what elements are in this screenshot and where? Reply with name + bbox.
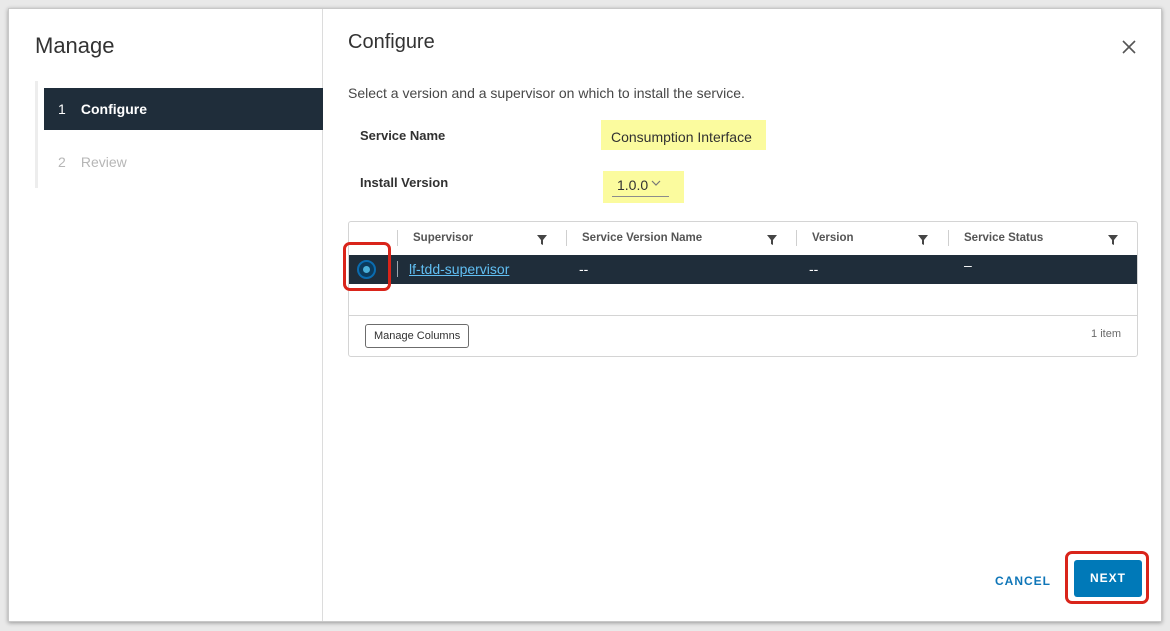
chevron-down-icon: [651, 180, 661, 186]
service-version-name-cell: --: [579, 261, 589, 277]
install-version-label: Install Version: [360, 175, 449, 190]
install-version-select[interactable]: 1.0.0: [612, 177, 669, 197]
wizard-content: Configure Select a version and a supervi…: [324, 9, 1161, 621]
filter-icon[interactable]: [537, 235, 547, 245]
column-separator: [397, 230, 398, 246]
step-number: 2: [58, 154, 66, 170]
grid-footer: Manage Columns 1 item: [349, 315, 1137, 356]
version-cell: --: [809, 261, 819, 277]
manage-columns-button[interactable]: Manage Columns: [365, 324, 470, 348]
install-version-value: 1.0.0: [617, 177, 649, 193]
column-separator: [796, 230, 797, 246]
table-row[interactable]: lf-tdd-supervisor -- -- –: [349, 255, 1137, 284]
column-header-supervisor[interactable]: Supervisor: [413, 222, 473, 254]
filter-icon[interactable]: [1108, 235, 1118, 245]
step-review[interactable]: 2 Review: [44, 141, 323, 183]
cancel-button[interactable]: CANCEL: [995, 574, 1051, 588]
step-label: Review: [80, 154, 127, 170]
service-name-label: Service Name: [360, 128, 446, 143]
step-label: Configure: [80, 101, 147, 117]
wizard-sidenav: Manage 1 Configure 2 Review: [9, 9, 323, 621]
supervisor-cell: lf-tdd-supervisor: [409, 255, 509, 284]
column-separator: [566, 230, 567, 246]
page-description: Select a version and a supervisor on whi…: [348, 85, 745, 101]
item-count: 1 item: [1091, 328, 1121, 340]
filter-icon[interactable]: [918, 235, 928, 245]
service-name-value: Consumption Interface: [611, 129, 752, 145]
grid-header: Supervisor Service Version Name Version …: [349, 222, 1137, 254]
page-title: Configure: [348, 31, 435, 53]
filter-icon[interactable]: [767, 235, 777, 245]
row-separator: [397, 261, 398, 277]
step-rail: [35, 81, 38, 188]
service-status-cell: –: [964, 257, 972, 273]
column-separator: [948, 230, 949, 246]
column-header-version[interactable]: Version: [812, 222, 854, 254]
step-number: 1: [58, 101, 66, 117]
column-header-service-status[interactable]: Service Status: [964, 222, 1043, 254]
next-callout-highlight: [1065, 551, 1149, 604]
supervisor-link[interactable]: lf-tdd-supervisor: [409, 261, 509, 277]
step-configure[interactable]: 1 Configure: [44, 88, 323, 130]
column-header-service-version-name[interactable]: Service Version Name: [582, 222, 702, 254]
radio-callout-highlight: [343, 242, 391, 291]
sidenav-title: Manage: [35, 33, 115, 58]
manage-dialog: Manage 1 Configure 2 Review Configure Se…: [8, 8, 1162, 622]
close-icon[interactable]: [1121, 39, 1137, 55]
supervisor-datagrid: Supervisor Service Version Name Version …: [348, 221, 1138, 357]
